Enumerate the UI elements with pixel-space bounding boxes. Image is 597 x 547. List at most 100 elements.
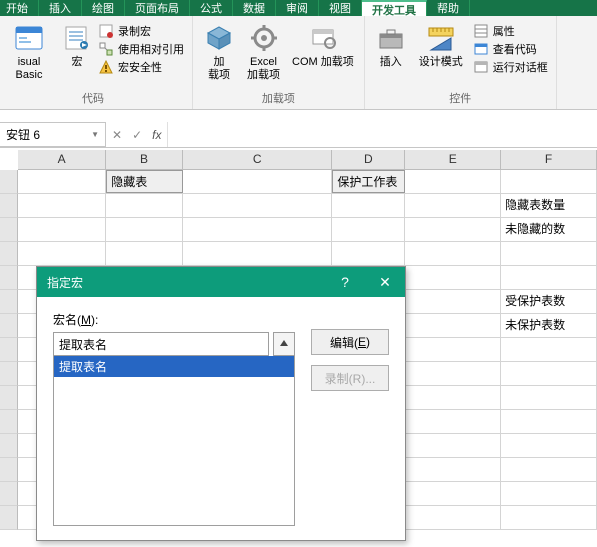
addins-button[interactable]: 加 载项 <box>199 20 239 88</box>
row-header[interactable] <box>0 242 18 266</box>
macro-list[interactable]: 提取表名 <box>53 356 295 526</box>
tab-draw[interactable]: 绘图 <box>82 0 125 16</box>
cell[interactable] <box>183 242 332 265</box>
excel-addins-button[interactable]: Excel 加载项 <box>243 20 284 88</box>
cell[interactable]: 隐藏表数量 <box>501 194 597 217</box>
visual-basic-button[interactable]: isual Basic <box>0 20 58 88</box>
row-header[interactable] <box>0 410 18 434</box>
row-header[interactable] <box>0 170 18 194</box>
cell[interactable] <box>501 458 597 481</box>
cell[interactable] <box>501 434 597 457</box>
cell[interactable] <box>332 194 405 217</box>
formula-input[interactable] <box>168 122 597 147</box>
insert-control-button[interactable]: 插入 <box>371 20 411 88</box>
tab-help[interactable]: 帮助 <box>427 0 470 16</box>
row-header[interactable] <box>0 194 18 218</box>
cell[interactable] <box>106 218 183 241</box>
tab-formulas[interactable]: 公式 <box>190 0 233 16</box>
macro-name-input[interactable] <box>53 332 269 356</box>
cell[interactable]: 受保护表数 <box>501 290 597 313</box>
cell[interactable] <box>405 218 501 241</box>
cell[interactable] <box>183 218 332 241</box>
cell[interactable] <box>405 266 501 289</box>
cell[interactable] <box>405 386 501 409</box>
record-macro-button[interactable]: 录制宏 <box>96 22 186 40</box>
help-button[interactable]: ? <box>325 267 365 297</box>
cancel-formula-icon[interactable]: ✕ <box>112 128 122 142</box>
cell[interactable] <box>405 434 501 457</box>
cell[interactable] <box>501 506 597 529</box>
row-header[interactable] <box>0 266 18 290</box>
row-header[interactable] <box>0 458 18 482</box>
tab-review[interactable]: 审阅 <box>276 0 319 16</box>
tab-insert[interactable]: 插入 <box>39 0 82 16</box>
row-header[interactable] <box>0 386 18 410</box>
cell[interactable] <box>405 314 501 337</box>
row-header[interactable] <box>0 434 18 458</box>
cell[interactable] <box>405 362 501 385</box>
col-header-f[interactable]: F <box>501 150 597 169</box>
cell[interactable] <box>405 410 501 433</box>
col-header-e[interactable]: E <box>405 150 501 169</box>
cell[interactable]: 未隐藏的数 <box>501 218 597 241</box>
cell[interactable] <box>332 242 405 265</box>
range-select-button[interactable] <box>273 332 295 356</box>
sheet-button-protect[interactable]: 保护工作表 <box>332 170 405 193</box>
cell[interactable] <box>501 242 597 265</box>
macro-security-button[interactable]: 宏安全性 <box>96 58 186 76</box>
col-header-a[interactable]: A <box>18 150 106 169</box>
cell[interactable] <box>501 362 597 385</box>
cell[interactable] <box>501 386 597 409</box>
row-header[interactable] <box>0 482 18 506</box>
macro-list-item[interactable]: 提取表名 <box>54 356 294 377</box>
view-code-button[interactable]: 查看代码 <box>471 40 550 58</box>
cell[interactable] <box>405 242 501 265</box>
cell[interactable] <box>405 482 501 505</box>
tab-developer[interactable]: 开发工具 <box>362 0 427 16</box>
name-box[interactable]: 安钮 6▼ <box>0 122 106 147</box>
cell[interactable] <box>501 170 597 193</box>
row-header[interactable] <box>0 314 18 338</box>
macros-button[interactable]: 宏 <box>62 20 92 88</box>
row-header[interactable] <box>0 290 18 314</box>
tab-layout[interactable]: 页面布局 <box>125 0 190 16</box>
cell[interactable] <box>501 266 597 289</box>
confirm-formula-icon[interactable]: ✓ <box>132 128 142 142</box>
cell[interactable] <box>405 170 501 193</box>
row-header[interactable] <box>0 218 18 242</box>
run-dialog-button[interactable]: 运行对话框 <box>471 58 550 76</box>
cell[interactable] <box>183 170 332 193</box>
fx-icon[interactable]: fx <box>152 128 161 142</box>
close-button[interactable]: ✕ <box>365 267 405 297</box>
col-header-d[interactable]: D <box>332 150 405 169</box>
col-header-c[interactable]: C <box>183 150 333 169</box>
cell[interactable] <box>18 218 106 241</box>
cell[interactable] <box>18 170 106 193</box>
cell[interactable] <box>106 194 183 217</box>
cell[interactable] <box>501 482 597 505</box>
com-addins-button[interactable]: COM 加载项 <box>288 20 358 88</box>
cell[interactable] <box>405 194 501 217</box>
row-header[interactable] <box>0 338 18 362</box>
chevron-down-icon[interactable]: ▼ <box>91 130 99 139</box>
sheet-button-hidden[interactable]: 隐藏表 <box>106 170 183 193</box>
cell[interactable] <box>18 194 106 217</box>
tab-file[interactable]: 开始 <box>0 0 39 16</box>
use-relative-refs-button[interactable]: 使用相对引用 <box>96 40 186 58</box>
cell[interactable] <box>183 194 332 217</box>
edit-button[interactable]: 编辑(E) <box>311 329 389 355</box>
row-header[interactable] <box>0 506 18 530</box>
cell[interactable] <box>405 506 501 529</box>
cell[interactable]: 未保护表数 <box>501 314 597 337</box>
dialog-titlebar[interactable]: 指定宏 ? ✕ <box>37 267 405 297</box>
tab-view[interactable]: 视图 <box>319 0 362 16</box>
cell[interactable] <box>405 458 501 481</box>
properties-button[interactable]: 属性 <box>471 22 550 40</box>
cell[interactable] <box>405 290 501 313</box>
cell[interactable] <box>501 338 597 361</box>
cell[interactable] <box>18 242 106 265</box>
design-mode-button[interactable]: 设计模式 <box>415 20 467 88</box>
cell[interactable] <box>332 218 405 241</box>
col-header-b[interactable]: B <box>106 150 183 169</box>
row-header[interactable] <box>0 362 18 386</box>
